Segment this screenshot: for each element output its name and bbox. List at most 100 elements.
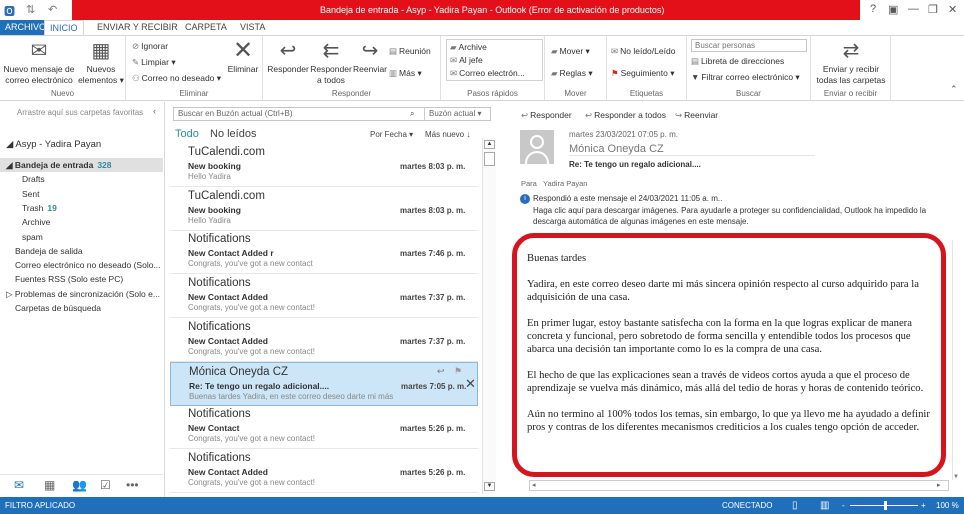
quick-step-al-jefe[interactable]: ✉ Al jefe (450, 55, 483, 66)
folder-item[interactable]: Trash 19 (0, 201, 163, 215)
folder-item[interactable]: Carpetas de búsqueda (0, 301, 163, 315)
folder-item[interactable]: Correo electrónico no deseado (Solo... (0, 258, 163, 272)
new-email-button[interactable]: ✉ Nuevo mensaje de correo electrónico (2, 40, 76, 86)
filter-all[interactable]: Todo (175, 128, 199, 140)
folder-item[interactable]: Sent (0, 187, 163, 201)
unread-read-button[interactable]: ✉ No leído/Leído (611, 46, 675, 57)
quick-step-archive[interactable]: ▰ Archive (450, 42, 487, 53)
undo-icon[interactable]: ↶ (48, 3, 57, 16)
zoom-out-button[interactable]: - (842, 497, 845, 514)
zoom-slider[interactable] (850, 501, 918, 510)
followup-button[interactable]: ⚑ Seguimiento ▾ (611, 68, 675, 79)
scroll-right-icon[interactable]: ▸ (937, 481, 941, 489)
reply-icon[interactable]: ↩ (437, 366, 445, 377)
reading-view-icon[interactable]: ▥ (820, 497, 829, 514)
rules-button[interactable]: ▰ Reglas ▾ (551, 68, 593, 79)
calendar-icon[interactable]: ▦ (44, 478, 55, 492)
search-icon[interactable]: ⌕ (410, 108, 414, 120)
message-row[interactable]: Notifications New Contact Added Congrats, … (170, 318, 478, 362)
scroll-down-icon[interactable]: ▼ (953, 474, 959, 480)
message-row[interactable]: Notifications New Contact Added r Congrats… (170, 230, 478, 275)
people-icon[interactable]: 👥 (72, 478, 87, 492)
delete-icon[interactable]: ✕ (465, 376, 476, 392)
scroll-thumb[interactable] (484, 152, 495, 166)
scroll-down-icon[interactable]: ▼ (484, 482, 495, 491)
scroll-left-icon[interactable]: ◂ (532, 481, 536, 489)
new-items-button[interactable]: ▦ Nuevos elementos ▾ (78, 40, 124, 86)
collapse-pane-icon[interactable]: ‹ (153, 106, 156, 116)
message-row[interactable]: TuCalendi.com New booking Hello Yadira mart… (170, 187, 478, 231)
minimize-icon[interactable]: — (908, 3, 919, 15)
forward-button[interactable]: ↪ Reenviar (352, 40, 388, 75)
help-icon[interactable]: ? (870, 3, 876, 15)
restore-icon[interactable]: ❐ (928, 3, 938, 16)
zoom-in-button[interactable]: + (921, 497, 926, 514)
message-row[interactable]: Notifications New Contact Congrats, you've… (170, 405, 478, 450)
address-book-icon: ▤ (691, 56, 700, 66)
folder-item[interactable]: ◢ Bandeja de entrada 328 (0, 158, 163, 172)
message-row[interactable]: Mónica Oneyda CZ Re: Te tengo un regalo a… (170, 361, 478, 406)
tab-vista[interactable]: VISTA (235, 20, 270, 35)
flag-icon[interactable]: ⚑ (454, 366, 462, 377)
reply-all-button[interactable]: ⇇ Responder a todos (310, 40, 352, 86)
folder-item[interactable]: ▷ Problemas de sincronización (Solo e... (0, 287, 163, 301)
address-book-button[interactable]: ▤ Libreta de direcciones (691, 56, 784, 67)
zoom-slider-thumb[interactable] (884, 501, 887, 510)
ribbon-display-icon[interactable]: ▣ (888, 3, 898, 16)
folder-item[interactable]: Bandeja de salida (0, 244, 163, 258)
reply-all-action[interactable]: ↩ Responder a todos (585, 110, 666, 121)
folder-item[interactable]: Archive (0, 215, 163, 229)
horizontal-scrollbar[interactable]: ◂ (529, 480, 949, 491)
junk-button[interactable]: ⚇ Correo no deseado ▾ (132, 73, 221, 84)
folder-item[interactable]: Fuentes RSS (Solo este PC) (0, 272, 163, 286)
move-button[interactable]: ▰ Mover ▾ (551, 46, 590, 57)
forward-action[interactable]: ↪ Reenviar (675, 110, 718, 121)
scroll-up-icon[interactable]: ▲ (484, 140, 495, 149)
folder-item[interactable]: Drafts (0, 172, 163, 186)
search-people-input[interactable] (691, 39, 807, 52)
group-nuevo: ✉ Nuevo mensaje de correo electrónico ▦ Nu… (0, 36, 126, 100)
normal-view-icon[interactable]: ▯ (792, 497, 798, 514)
send-receive-icon[interactable]: ⇅ (26, 3, 35, 16)
tab-inicio[interactable]: INICIO (44, 20, 84, 35)
body-scrollbar[interactable]: ▼ (952, 240, 962, 480)
reply-action[interactable]: ↩ Responder (521, 110, 572, 121)
tab-carpeta[interactable]: CARPETA (180, 20, 232, 35)
quick-step-email[interactable]: ✉ Correo electrón... (450, 68, 525, 79)
message-row[interactable]: Notifications New Contact Added Congrats, … (170, 449, 478, 493)
message-row[interactable]: Notifications New Contact Added Congrats, … (170, 274, 478, 319)
sort-order[interactable]: Más nuevo ↓ (425, 130, 470, 139)
more-button[interactable]: ▥ Más ▾ (389, 68, 422, 79)
scope-dropdown[interactable]: Buzón actual ▾ (424, 108, 482, 120)
folder-name: Trash (22, 202, 44, 213)
tasks-icon[interactable]: ☑ (100, 478, 111, 492)
sender-name[interactable]: Mónica Oneyda CZ (569, 143, 815, 156)
ignore-button[interactable]: ⊘ Ignorar (132, 41, 168, 52)
subject: New booking (188, 161, 241, 171)
filter-unread[interactable]: No leídos (210, 128, 256, 140)
download-images-info[interactable]: Haga clic aquí para descargar imágenes. … (533, 206, 953, 227)
delete-button[interactable]: ✕ Eliminar (224, 39, 262, 75)
search-mailbox-input[interactable]: Buscar en Buzón actual (Ctrl+B) ⌕ Buzón … (173, 107, 491, 121)
send-receive-all-button[interactable]: ⇄ Enviar y recibir todas las carpetas (813, 40, 889, 86)
message-row[interactable]: TuCalendi.com New booking Hello Yadira mart… (170, 143, 478, 187)
body-paragraph: El hecho de que las explicaciones sean a… (527, 370, 924, 394)
subject: New Contact Added (188, 466, 268, 477)
recipient[interactable]: Yadira Payan (543, 179, 587, 188)
filter-email-button[interactable]: ▼ Filtrar correo electrónico ▾ (691, 72, 800, 83)
reply-button[interactable]: ↩ Responder (266, 40, 310, 75)
sort-by-date[interactable]: Por Fecha ▾ (370, 130, 413, 139)
collapse-ribbon-icon[interactable]: ⌃ (950, 84, 958, 95)
clean-button[interactable]: ✎ Limpiar ▾ (132, 57, 176, 68)
folder-name: Carpetas de búsqueda (15, 303, 102, 313)
tab-enviar-recibir[interactable]: ENVIAR Y RECIBIR (92, 20, 183, 35)
meeting-button[interactable]: ▤ Reunión (389, 46, 431, 57)
account-node[interactable]: ◢ Asyp - Yadira Payan (6, 138, 169, 152)
group-responder: ↩ Responder ⇇ Responder a todos ↪ Reenviar … (263, 36, 441, 100)
folder-item[interactable]: spam (0, 230, 163, 244)
more-icon[interactable]: ••• (126, 478, 139, 492)
mail-icon[interactable]: ✉ (14, 478, 24, 492)
close-icon[interactable]: ✕ (948, 3, 957, 16)
list-scrollbar[interactable]: ▲ ▼ (482, 138, 496, 494)
forward-mail-icon: ✉ (450, 55, 458, 65)
